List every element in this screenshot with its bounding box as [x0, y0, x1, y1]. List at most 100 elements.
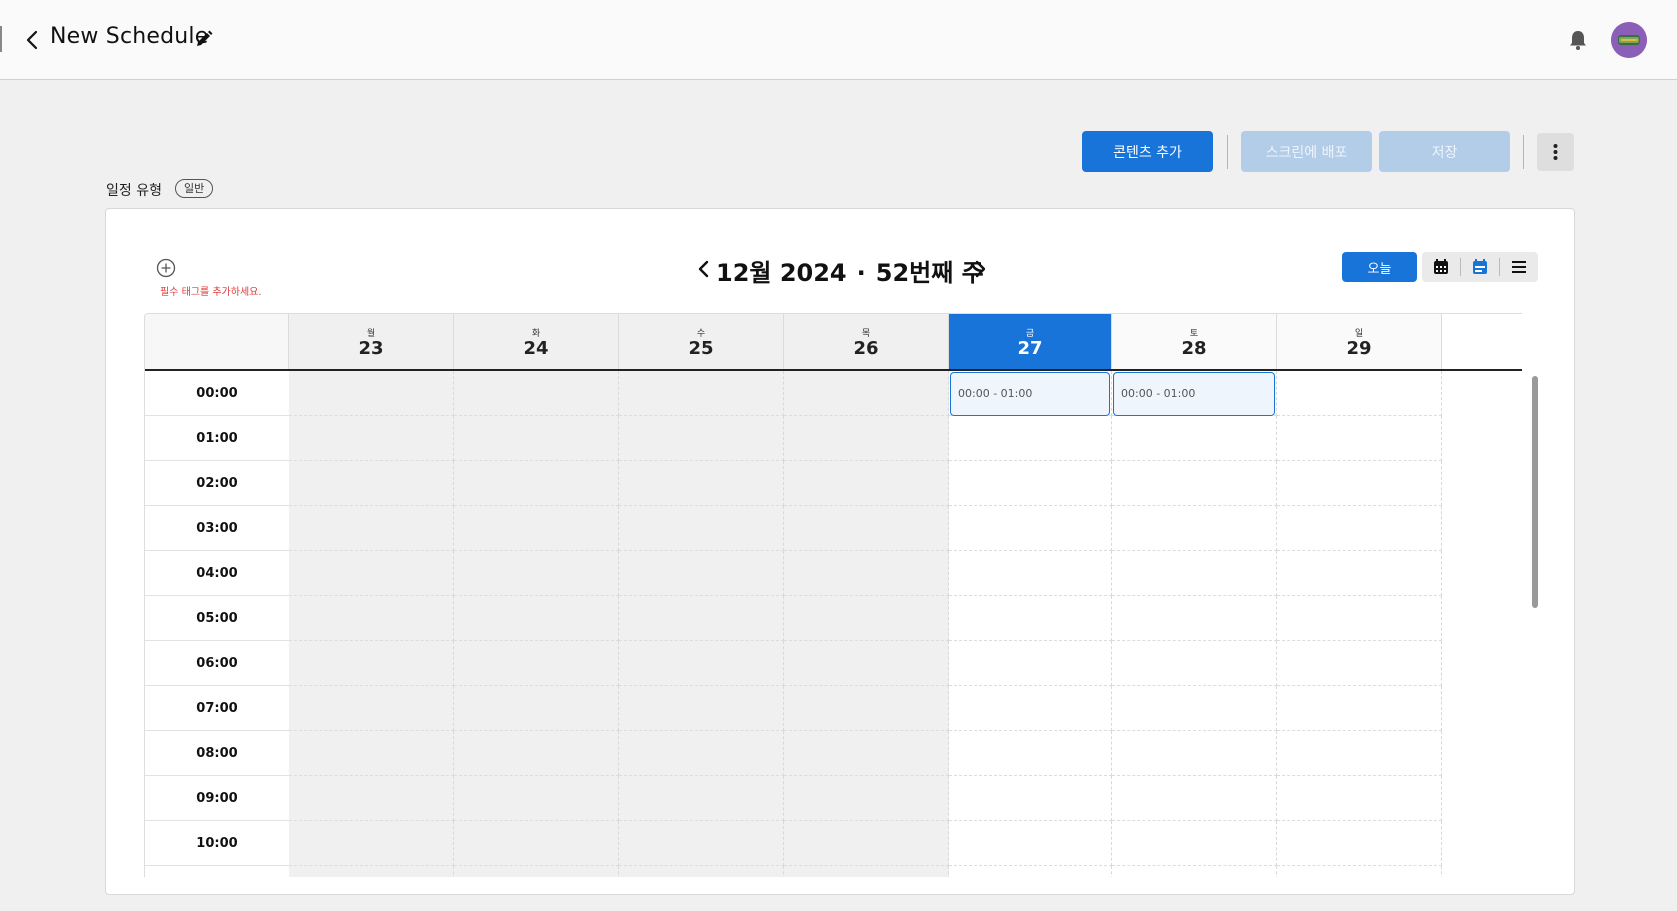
time-slot[interactable]	[619, 551, 784, 596]
time-slot[interactable]	[1277, 596, 1442, 641]
time-slot[interactable]	[289, 641, 454, 686]
schedule-event[interactable]: 00:00 - 01:00	[1113, 372, 1275, 416]
time-slot[interactable]	[1112, 866, 1277, 877]
time-slot[interactable]	[1277, 776, 1442, 821]
time-slot[interactable]	[1277, 371, 1442, 416]
prev-week-icon[interactable]	[696, 257, 712, 281]
time-slot[interactable]	[1277, 731, 1442, 776]
avatar[interactable]	[1611, 22, 1647, 58]
time-slot[interactable]	[619, 776, 784, 821]
time-slot[interactable]	[784, 731, 949, 776]
time-slot[interactable]	[619, 686, 784, 731]
time-slot[interactable]	[1112, 551, 1277, 596]
time-slot[interactable]	[289, 506, 454, 551]
time-slot[interactable]	[784, 866, 949, 877]
time-slot[interactable]	[289, 776, 454, 821]
day-header-2[interactable]: 수 25	[619, 314, 784, 369]
time-slot[interactable]	[949, 866, 1112, 877]
time-slot[interactable]	[1112, 461, 1277, 506]
more-options-button[interactable]	[1537, 133, 1574, 171]
time-slot[interactable]	[289, 731, 454, 776]
time-slot[interactable]	[784, 551, 949, 596]
time-slot[interactable]	[949, 506, 1112, 551]
time-slot[interactable]	[1112, 596, 1277, 641]
time-slot[interactable]	[454, 551, 619, 596]
day-header-0[interactable]: 월 23	[289, 314, 454, 369]
time-slot[interactable]	[949, 731, 1112, 776]
time-slot[interactable]	[454, 686, 619, 731]
time-slot[interactable]	[454, 641, 619, 686]
day-header-1[interactable]: 화 24	[454, 314, 619, 369]
time-slot[interactable]	[619, 461, 784, 506]
time-slot[interactable]	[784, 776, 949, 821]
time-slot[interactable]	[1277, 416, 1442, 461]
time-slot[interactable]	[1277, 551, 1442, 596]
time-slot[interactable]	[289, 596, 454, 641]
time-slot[interactable]	[289, 686, 454, 731]
time-slot[interactable]	[1112, 686, 1277, 731]
time-slot[interactable]	[619, 596, 784, 641]
time-slot[interactable]	[1112, 641, 1277, 686]
today-button[interactable]: 오늘	[1342, 252, 1417, 282]
time-slot[interactable]	[454, 821, 619, 866]
day-header-6[interactable]: 일 29	[1277, 314, 1442, 369]
time-slot[interactable]	[289, 461, 454, 506]
time-slot[interactable]	[289, 371, 454, 416]
time-slot[interactable]	[1277, 686, 1442, 731]
day-header-5[interactable]: 토 28	[1112, 314, 1277, 369]
pencil-icon[interactable]	[194, 29, 214, 49]
time-slot[interactable]	[619, 416, 784, 461]
next-week-icon[interactable]	[972, 257, 988, 281]
time-slot[interactable]	[784, 506, 949, 551]
bell-icon[interactable]	[1566, 28, 1590, 52]
time-slot[interactable]	[949, 686, 1112, 731]
time-slot[interactable]	[1112, 731, 1277, 776]
time-slot[interactable]	[784, 461, 949, 506]
time-slot[interactable]	[454, 416, 619, 461]
time-slot[interactable]	[289, 551, 454, 596]
time-slot[interactable]	[949, 641, 1112, 686]
time-slot[interactable]	[949, 461, 1112, 506]
time-slot[interactable]	[1277, 641, 1442, 686]
time-slot[interactable]	[784, 641, 949, 686]
vertical-scrollbar[interactable]	[1532, 376, 1538, 608]
time-slot[interactable]	[619, 866, 784, 877]
week-view-button[interactable]	[1461, 252, 1499, 282]
month-view-button[interactable]	[1422, 252, 1460, 282]
time-slot[interactable]	[784, 686, 949, 731]
time-slot[interactable]	[619, 731, 784, 776]
time-slot[interactable]	[454, 506, 619, 551]
time-slot[interactable]	[619, 371, 784, 416]
time-slot[interactable]	[619, 821, 784, 866]
time-slot[interactable]	[289, 866, 454, 877]
time-slot[interactable]	[289, 416, 454, 461]
time-slot[interactable]	[949, 551, 1112, 596]
time-slot[interactable]	[454, 371, 619, 416]
chevron-left-icon[interactable]	[22, 28, 42, 52]
list-view-button[interactable]	[1500, 252, 1538, 282]
time-slot[interactable]	[1277, 506, 1442, 551]
time-slot[interactable]	[1112, 821, 1277, 866]
time-slot[interactable]	[1277, 461, 1442, 506]
time-slot[interactable]	[1277, 821, 1442, 866]
time-slot[interactable]	[784, 371, 949, 416]
time-slot[interactable]	[1112, 776, 1277, 821]
time-slot[interactable]	[1277, 866, 1442, 877]
time-slot[interactable]	[619, 506, 784, 551]
time-slot[interactable]	[454, 596, 619, 641]
time-slot[interactable]	[454, 776, 619, 821]
time-slot[interactable]	[454, 866, 619, 877]
day-header-3[interactable]: 목 26	[784, 314, 949, 369]
time-slot[interactable]	[949, 776, 1112, 821]
time-slot[interactable]	[949, 821, 1112, 866]
deploy-to-screen-button[interactable]: 스크린에 배포	[1241, 131, 1372, 172]
time-slot[interactable]	[1112, 416, 1277, 461]
time-slot[interactable]	[784, 416, 949, 461]
schedule-event[interactable]: 00:00 - 01:00	[950, 372, 1110, 416]
time-slot[interactable]	[289, 821, 454, 866]
time-slot[interactable]	[949, 596, 1112, 641]
day-header-4[interactable]: 금 27	[949, 314, 1112, 369]
save-button[interactable]: 저장	[1379, 131, 1510, 172]
time-slot[interactable]	[619, 641, 784, 686]
add-tag-icon[interactable]	[156, 258, 176, 278]
